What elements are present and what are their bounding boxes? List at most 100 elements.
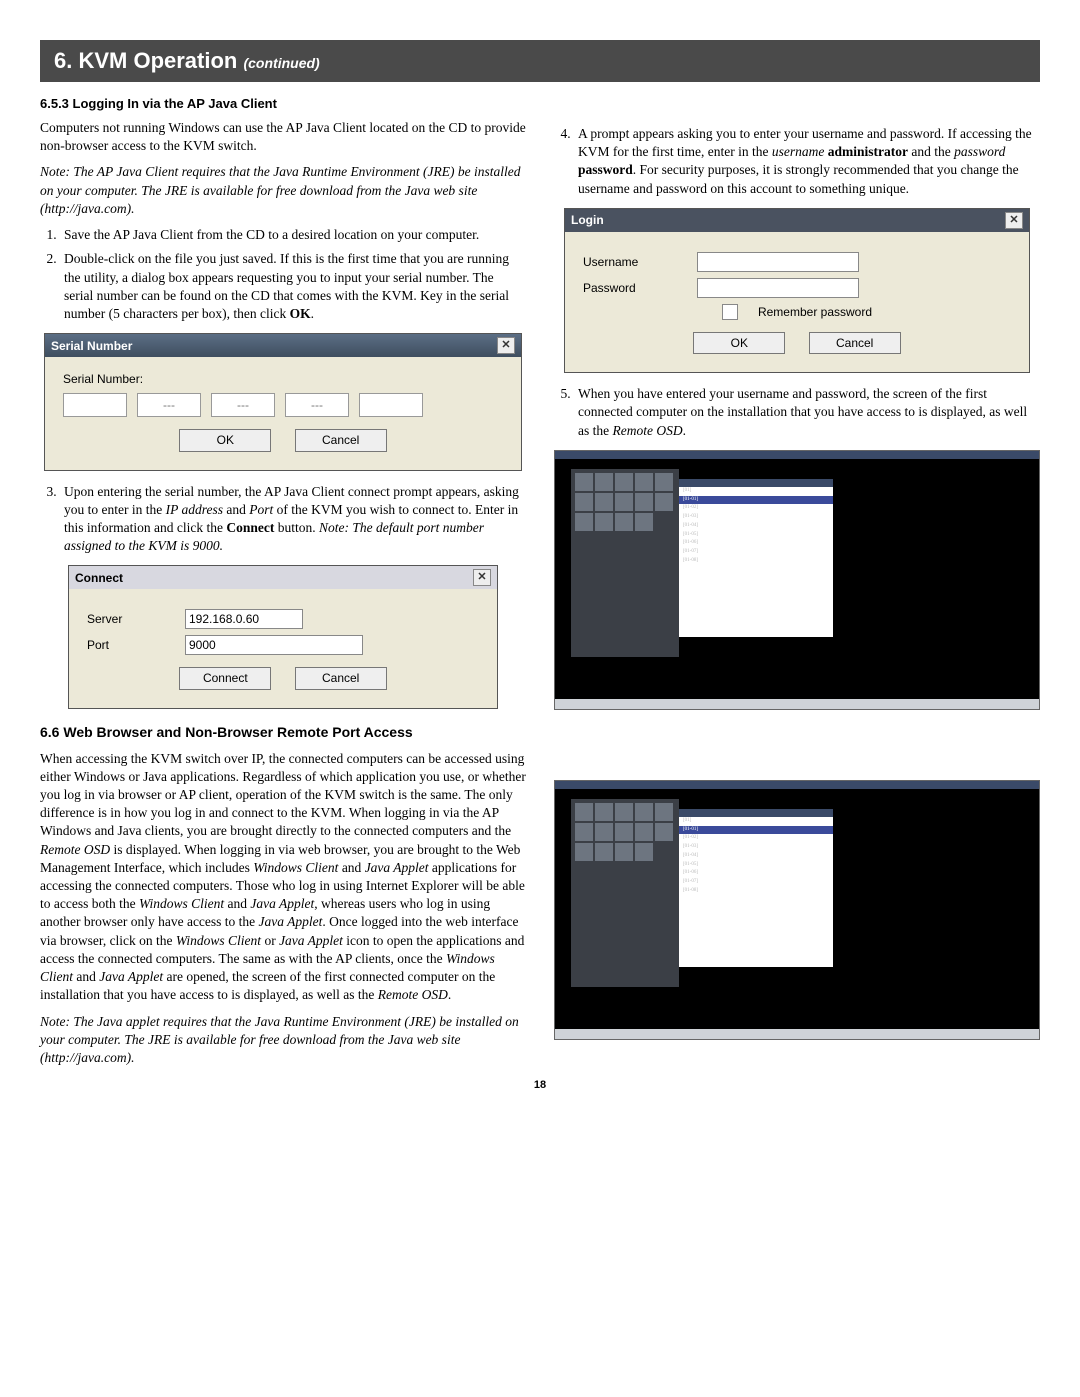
page-number: 18 <box>40 1079 1040 1091</box>
serial-input-4[interactable]: --- <box>285 393 349 417</box>
r4c: administrator <box>828 144 908 159</box>
osd-port-list: [01] [01-01] [01-02] [01-03] [01-04] [01… <box>679 809 833 967</box>
serial-dialog-title: Serial Number <box>51 338 132 354</box>
connect-title: Connect <box>75 570 123 586</box>
osd-item: [01-07] <box>679 878 833 887</box>
connect-titlebar: Connect ✕ <box>69 566 497 589</box>
sec66-paragraph: When accessing the KVM switch over IP, t… <box>40 750 526 1005</box>
password-label: Password <box>583 280 683 296</box>
connect-button[interactable]: Connect <box>179 667 271 689</box>
r5b: Remote OSD <box>613 423 683 438</box>
section-6-6-title: 6.6 Web Browser and Non-Browser Remote P… <box>40 723 526 742</box>
osd-icon <box>595 513 613 531</box>
left-note1: Note: The AP Java Client requires that t… <box>40 163 526 218</box>
remember-checkbox[interactable] <box>722 304 738 320</box>
osd-item: [01-05] <box>679 861 833 870</box>
username-input[interactable] <box>697 252 859 272</box>
osd-item: [01-02] <box>679 834 833 843</box>
serial-label: Serial Number: <box>63 371 503 387</box>
username-label: Username <box>583 254 683 270</box>
osd-icon <box>655 493 673 511</box>
close-icon[interactable]: ✕ <box>1005 212 1023 229</box>
t9: Java Applet <box>250 896 314 911</box>
t13: Windows Client <box>176 933 261 948</box>
login-dialog: Login ✕ Username Password Remember passw… <box>564 208 1030 373</box>
osd-icon <box>595 843 613 861</box>
t11: Java Applet <box>259 914 323 929</box>
s3g: button. <box>274 520 319 535</box>
osd-item: [01-08] <box>679 557 833 566</box>
osd-item: [01-04] <box>679 522 833 531</box>
s3f: Connect <box>226 520 274 535</box>
step2-post: . <box>311 306 314 321</box>
left-p1: Computers not running Windows can use th… <box>40 119 526 155</box>
osd-item: [01-03] <box>679 513 833 522</box>
osd-icon <box>635 513 653 531</box>
osd-item: [01-05] <box>679 531 833 540</box>
serial-input-1[interactable] <box>63 393 127 417</box>
login-title: Login <box>571 212 604 228</box>
header-title: 6. KVM Operation <box>54 48 237 73</box>
serial-input-5[interactable] <box>359 393 423 417</box>
right-column: A prompt appears asking you to enter you… <box>554 119 1040 1075</box>
osd-icon <box>615 823 633 841</box>
t3: Windows Client <box>253 860 338 875</box>
t7: Windows Client <box>139 896 224 911</box>
step2-bold: OK <box>290 306 311 321</box>
osd-icon <box>575 823 593 841</box>
osd-icon <box>635 843 653 861</box>
osd-icon <box>615 803 633 821</box>
osd-icon <box>615 513 633 531</box>
osd-icon <box>615 493 633 511</box>
osd-item: [01-02] <box>679 504 833 513</box>
osd-icon <box>575 513 593 531</box>
osd-item: [01] <box>679 817 833 826</box>
login-titlebar: Login ✕ <box>565 209 1029 232</box>
osd-item: [01-08] <box>679 887 833 896</box>
connect-dialog: Connect ✕ Server 192.168.0.60 Port 9000 … <box>68 565 498 708</box>
osd-icon <box>595 473 613 491</box>
osd-item: [01] <box>679 487 833 496</box>
r4b: username <box>772 144 825 159</box>
login-ok-button[interactable]: OK <box>693 332 785 354</box>
close-icon[interactable]: ✕ <box>497 337 515 354</box>
osd-icon <box>575 493 593 511</box>
serial-input-2[interactable]: --- <box>137 393 201 417</box>
server-label: Server <box>87 611 171 627</box>
serial-cancel-button[interactable]: Cancel <box>295 429 387 451</box>
port-input[interactable]: 9000 <box>185 635 363 655</box>
remote-osd-screenshot-1: [01] [01-01] [01-02] [01-03] [01-04] [01… <box>554 450 1040 710</box>
t5: Java Applet <box>365 860 429 875</box>
osd-icon <box>655 823 673 841</box>
osd-port-list: [01] [01-01] [01-02] [01-03] [01-04] [01… <box>679 479 833 637</box>
close-icon[interactable]: ✕ <box>473 569 491 586</box>
osd-icon <box>595 823 613 841</box>
step-3: Upon entering the serial number, the AP … <box>60 483 526 556</box>
osd-item: [01-04] <box>679 852 833 861</box>
serial-input-3[interactable]: --- <box>211 393 275 417</box>
section-6-5-3-title: 6.5.3 Logging In via the AP Java Client <box>40 96 1040 111</box>
page-header: 6. KVM Operation (continued) <box>40 40 1040 82</box>
server-input[interactable]: 192.168.0.60 <box>185 609 303 629</box>
osd-icon <box>595 493 613 511</box>
r5c: . <box>683 423 686 438</box>
osd-icon <box>575 803 593 821</box>
t0: When accessing the KVM switch over IP, t… <box>40 751 526 839</box>
osd-item: [01-07] <box>679 548 833 557</box>
osd-item: [01-06] <box>679 869 833 878</box>
osd-icon <box>595 803 613 821</box>
header-continued: (continued) <box>243 55 319 71</box>
osd-icon <box>635 823 653 841</box>
serial-ok-button[interactable]: OK <box>179 429 271 451</box>
osd-item: [01-03] <box>679 843 833 852</box>
t8: and <box>224 896 250 911</box>
connect-cancel-button[interactable]: Cancel <box>295 667 387 689</box>
osd-item: [01-06] <box>679 539 833 548</box>
remember-label: Remember password <box>758 304 872 320</box>
left-column: Computers not running Windows can use th… <box>40 119 526 1075</box>
s3d: Port <box>249 502 273 517</box>
sec66-note: Note: The Java applet requires that the … <box>40 1013 526 1068</box>
login-cancel-button[interactable]: Cancel <box>809 332 901 354</box>
s3c: and <box>223 502 249 517</box>
password-input[interactable] <box>697 278 859 298</box>
